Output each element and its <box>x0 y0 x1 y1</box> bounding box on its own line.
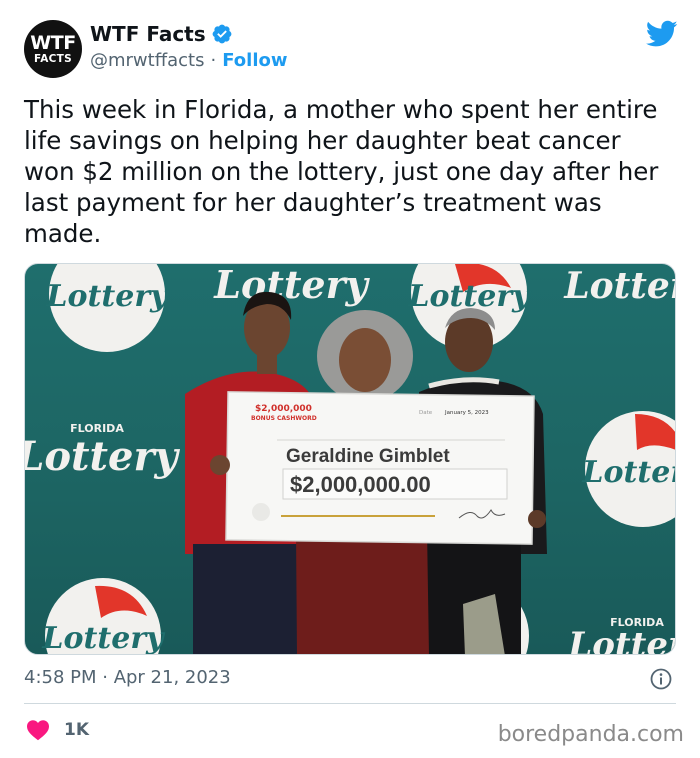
backdrop-logo-6: Lottery <box>581 411 676 527</box>
backdrop-logo-5: FLORIDA Lottery <box>25 422 181 480</box>
follow-button[interactable]: Follow <box>222 50 287 71</box>
svg-text:Lottery: Lottery <box>213 264 370 307</box>
separator: · <box>210 50 217 71</box>
check-payee: Geraldine Gimblet <box>286 446 450 467</box>
tweet-timestamp[interactable]: 4:58 PM · Apr 21, 2023 <box>24 667 231 688</box>
svg-text:Lottery: Lottery <box>581 455 676 490</box>
twitter-bird-icon[interactable] <box>646 20 678 48</box>
divider <box>24 703 676 704</box>
source-watermark: boredpanda.com <box>497 722 684 747</box>
heart-icon[interactable] <box>26 719 50 741</box>
avatar-text-bottom: FACTS <box>33 52 73 65</box>
lottery-photo-illustration: Lottery Lottery Lottery Lottery FLORIDA … <box>25 264 676 655</box>
avatar-text-top: WTF <box>30 31 76 54</box>
svg-text:Date: Date <box>419 410 433 416</box>
backdrop-logo-9: FLORIDA Lottery <box>567 616 676 655</box>
svg-text:BONUS CASHWORD: BONUS CASHWORD <box>251 415 317 422</box>
verified-badge-icon <box>212 24 232 44</box>
svg-text:Lottery: Lottery <box>567 625 676 655</box>
author-handle-row: @mrwtffacts · Follow <box>90 50 288 71</box>
svg-text:Lottery: Lottery <box>563 265 676 307</box>
hand-right <box>528 510 546 528</box>
like-count[interactable]: 1K <box>64 720 89 740</box>
svg-text:Lottery: Lottery <box>41 621 166 655</box>
svg-text:$2,000,000: $2,000,000 <box>255 404 312 414</box>
avatar[interactable]: WTF FACTS <box>24 20 82 78</box>
backdrop-logo-7: Lottery <box>41 578 166 655</box>
check-amount: $2,000,000.00 <box>290 472 431 497</box>
display-name[interactable]: WTF Facts <box>90 22 206 46</box>
svg-text:January 5, 2023: January 5, 2023 <box>444 410 489 416</box>
handle[interactable]: @mrwtffacts <box>90 50 204 71</box>
info-icon[interactable] <box>650 668 672 690</box>
svg-text:Lottery: Lottery <box>45 279 170 314</box>
backdrop-logo-2: Lottery <box>213 264 370 307</box>
hand-left <box>210 455 230 475</box>
tweet-photo[interactable]: Lottery Lottery Lottery Lottery FLORIDA … <box>24 263 676 655</box>
author-name-row: WTF Facts <box>90 22 233 46</box>
prize-check: $2,000,000 BONUS CASHWORD Date January 5… <box>225 391 535 545</box>
backdrop-logo-1: Lottery <box>45 264 170 352</box>
tweet-text: This week in Florida, a mother who spent… <box>24 95 659 248</box>
svg-text:Lottery: Lottery <box>25 433 181 480</box>
tweet-card: WTF FACTS WTF Facts @mrwtffacts · Follow… <box>0 0 700 758</box>
backdrop-logo-4: Lottery <box>563 265 676 307</box>
